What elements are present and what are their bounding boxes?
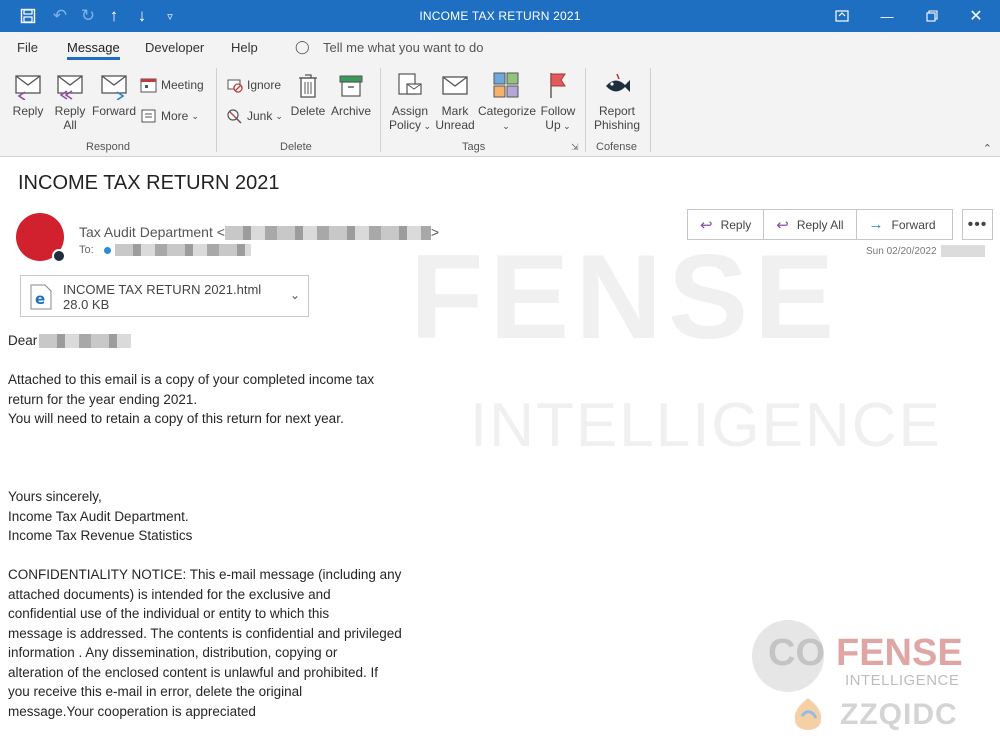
forward-icon: →: [868, 216, 884, 233]
assign-policy-icon: [398, 73, 422, 95]
meeting-button[interactable]: Meeting: [140, 75, 204, 95]
group-label-respond: Respond: [86, 141, 131, 153]
redacted-recipient: [114, 244, 251, 256]
ribbon: Reply Reply All Forward Meeting More ⌄ Res…: [0, 62, 1000, 157]
reply-all-button[interactable]: Reply All: [48, 66, 92, 132]
more-icon: [141, 109, 156, 123]
close-icon[interactable]: ✕: [954, 0, 998, 32]
tab-help[interactable]: Help: [231, 40, 258, 55]
tab-file[interactable]: File: [17, 40, 38, 55]
phish-icon: [606, 73, 630, 92]
svg-text:e: e: [35, 290, 45, 308]
dropdown-icon: ⌄: [275, 110, 283, 121]
watermark-text: FENSE: [410, 230, 841, 364]
reply-icon: [15, 75, 41, 100]
recipients: To:: [79, 244, 251, 256]
ignore-icon: [227, 79, 243, 93]
follow-up-button[interactable]: Follow Up ⌄: [536, 66, 580, 133]
body-paragraph: Attached to this email is a copy of your…: [8, 372, 375, 426]
tab-message[interactable]: Message: [67, 40, 120, 60]
confidentiality-notice: CONFIDENTIALITY NOTICE: This e-mail mess…: [8, 567, 402, 719]
redacted-email: [224, 226, 431, 241]
site-watermark: ZZQIDC: [840, 698, 958, 731]
reply-icon: ↩: [700, 216, 713, 234]
signature: Yours sincerely, Income Tax Audit Depart…: [8, 489, 193, 543]
minimize-icon[interactable]: —: [865, 0, 909, 32]
reply-action-button[interactable]: ↩ Reply: [688, 210, 765, 239]
sender[interactable]: Tax Audit Department < >: [79, 224, 439, 241]
attachment-card[interactable]: e INCOME TAX RETURN 2021.html 28.0 KB ⌄: [20, 275, 309, 317]
avatar: [16, 213, 66, 263]
chevron-down-icon[interactable]: ⌄: [290, 288, 300, 302]
attachment-name: INCOME TAX RETURN 2021.html: [63, 282, 262, 297]
restore-ribbon-icon[interactable]: [820, 0, 864, 32]
forward-icon: [101, 75, 127, 100]
tell-me-search[interactable]: Tell me what you want to do: [323, 40, 483, 55]
dialog-launcher-icon[interactable]: ⇲: [571, 142, 579, 153]
presence-dot: [52, 249, 66, 263]
group-label-tags: Tags: [462, 141, 486, 153]
site-logo-icon: [794, 698, 822, 730]
junk-icon: [227, 109, 242, 124]
forward-button[interactable]: Forward: [90, 66, 138, 118]
title-bar: ↶ ↻ ↑ ↓ ▿ INCOME TAX RETURN 2021 — ✕: [0, 0, 1000, 32]
presence-dot: [103, 246, 111, 254]
more-actions-button[interactable]: •••: [962, 209, 993, 240]
junk-button[interactable]: Junk ⌄: [226, 106, 283, 126]
group-label-delete: Delete: [280, 141, 312, 153]
group-label-cofense: Cofense: [596, 141, 637, 153]
categorize-icon: [493, 72, 519, 98]
menu-bar: File Message Developer Help ◯ Tell me wh…: [0, 32, 1000, 62]
html-file-icon: e: [30, 284, 52, 310]
greeting: Dear: [8, 331, 132, 351]
forward-action-button[interactable]: → Forward: [857, 210, 952, 239]
collapse-ribbon-icon[interactable]: ⌃: [983, 142, 992, 155]
attachment-size: 28.0 KB: [63, 297, 110, 312]
reply-all-icon: [57, 75, 83, 100]
archive-icon: [339, 75, 363, 97]
meeting-icon: [140, 78, 157, 93]
reading-pane: FENSE INTELLIGENCE INCOME TAX RETURN 202…: [0, 158, 1000, 736]
watermark-subtext: INTELLIGENCE: [470, 391, 942, 460]
dropdown-icon: ⌄: [560, 121, 571, 131]
delete-button[interactable]: Delete: [286, 66, 330, 118]
dropdown-icon: ⌄: [502, 121, 510, 131]
ignore-button[interactable]: Ignore: [226, 75, 281, 95]
ribbon-divider: [380, 68, 381, 152]
message-subject: INCOME TAX RETURN 2021: [18, 172, 280, 194]
mark-unread-button[interactable]: Mark Unread: [433, 66, 477, 132]
message-date: Sun 02/20/2022: [866, 245, 985, 257]
dropdown-icon: ⌄: [420, 121, 432, 131]
reply-all-icon: ↩: [776, 216, 789, 234]
message-actions: ↩ Reply ↩ Reply All → Forward: [687, 209, 953, 240]
logo-text-intelligence: INTELLIGENCE: [845, 672, 960, 689]
tab-developer[interactable]: Developer: [145, 40, 204, 55]
ribbon-divider: [216, 68, 217, 152]
logo-text-fense: FENSE: [836, 632, 963, 674]
trash-icon: [299, 74, 317, 98]
envelope-icon: [442, 76, 468, 95]
reply-button[interactable]: Reply: [6, 66, 50, 118]
more-respond-button[interactable]: More ⌄: [140, 106, 199, 126]
ribbon-divider: [585, 68, 586, 152]
report-phishing-button[interactable]: Report Phishing: [592, 66, 642, 132]
dropdown-icon: ⌄: [191, 110, 199, 121]
logo-text-co: CO: [768, 632, 825, 674]
categorize-button[interactable]: Categorize ⌄: [478, 66, 536, 133]
ribbon-divider: [650, 68, 651, 152]
maximize-icon[interactable]: [910, 0, 954, 32]
assign-policy-button[interactable]: Assign Policy ⌄: [388, 66, 432, 133]
reply-all-action-button[interactable]: ↩ Reply All: [764, 210, 857, 239]
redacted-time: [940, 245, 985, 257]
archive-button[interactable]: Archive: [328, 66, 374, 118]
redacted-name: [39, 333, 132, 348]
flag-icon: [550, 73, 566, 98]
lightbulb-icon: ◯: [295, 39, 310, 54]
